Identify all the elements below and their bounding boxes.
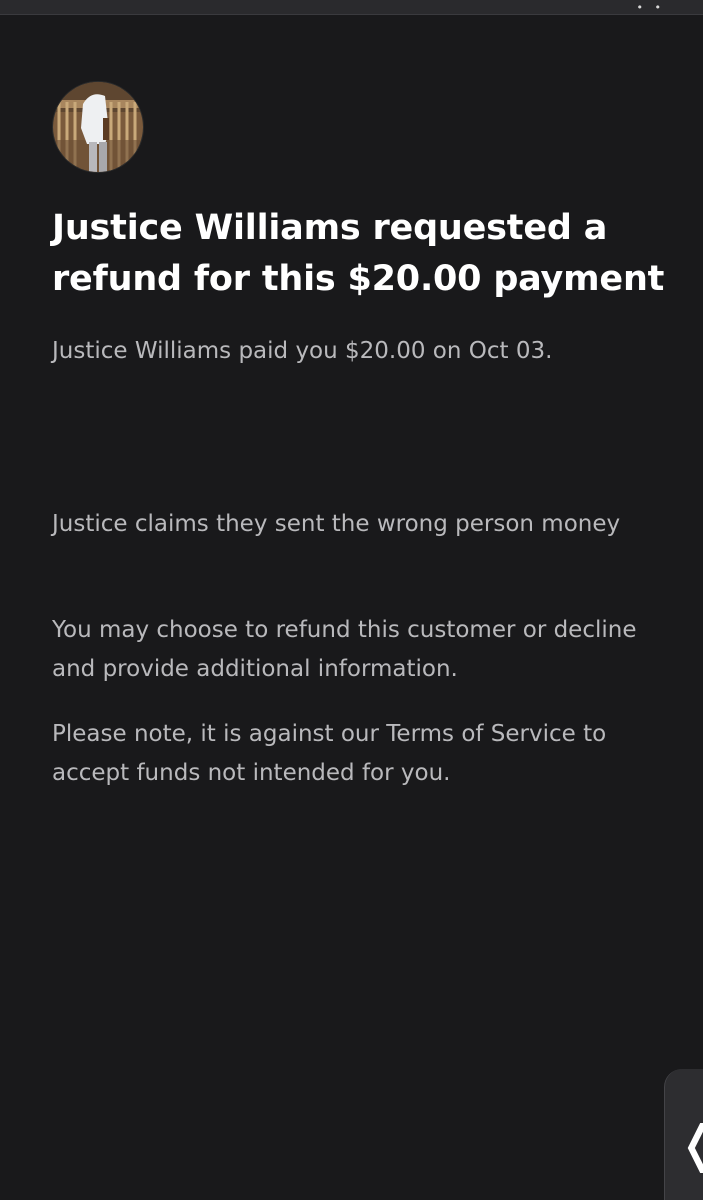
avatar[interactable] — [52, 81, 144, 173]
page-title: Justice Williams requested a refund for … — [52, 208, 665, 299]
refund-options-text: You may choose to refund this customer o… — [52, 617, 637, 682]
terms-note-text: Please note, it is against our Terms of … — [52, 721, 607, 786]
top-status-strip: • • — [0, 0, 703, 15]
chevron-left-icon[interactable]: ❬ — [677, 1119, 703, 1169]
avatar-photo — [53, 82, 143, 172]
side-panel-tab[interactable]: ❬ — [664, 1069, 703, 1200]
status-glyph: • • — [636, 1, 665, 14]
payment-summary: Justice Williams paid you $20.00 on Oct … — [52, 338, 553, 364]
refund-claim-text: Justice claims they sent the wrong perso… — [52, 511, 621, 537]
